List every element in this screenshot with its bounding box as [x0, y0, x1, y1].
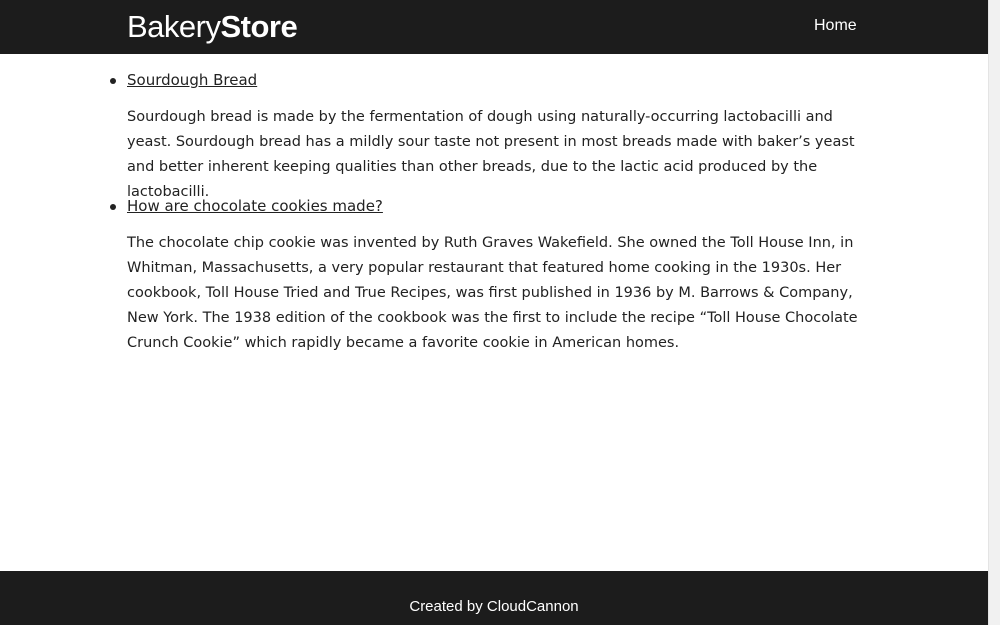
article-title-link-sourdough[interactable]: Sourdough Bread	[127, 70, 257, 90]
vertical-scrollbar[interactable]	[988, 0, 1000, 625]
page: BakeryStore Home Sourdough Bread Sourdou…	[0, 0, 1000, 625]
bullet-icon	[110, 204, 116, 210]
bullet-icon	[110, 78, 116, 84]
logo-bold-text: Store	[220, 9, 298, 44]
article-title-link-cookies[interactable]: How are chocolate cookies made?	[127, 196, 383, 216]
article-text-sourdough: Sourdough bread is made by the fermentat…	[127, 109, 855, 200]
nav-home-link[interactable]: Home	[814, 16, 857, 36]
logo-light-text: Bakery	[127, 9, 221, 44]
footer-credit: Created by CloudCannon	[409, 598, 579, 615]
site-header: BakeryStore Home	[0, 0, 988, 54]
main-content: Sourdough Bread Sourdough bread is made …	[0, 54, 988, 571]
site-footer: Created by CloudCannon	[0, 571, 988, 625]
article-text-cookies: The chocolate chip cookie was invented b…	[127, 235, 858, 351]
site-logo[interactable]: BakeryStore	[127, 9, 298, 45]
